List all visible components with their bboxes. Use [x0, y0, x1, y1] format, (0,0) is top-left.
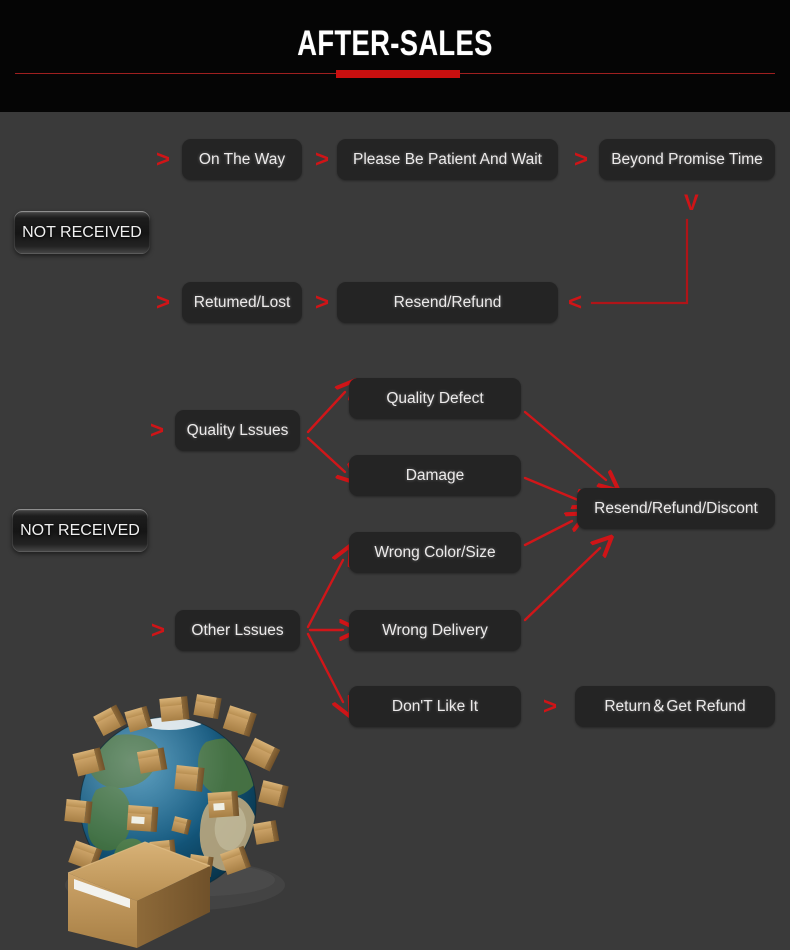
page-header: AFTER-SALES [0, 0, 790, 112]
connector-beyond-to-resend [590, 218, 689, 305]
node-quality-defect[interactable]: Quality Defect [349, 378, 521, 419]
node-other-issues[interactable]: Other Lssues [175, 610, 300, 651]
node-resend-refund-discount[interactable]: Resend/Refund/Discont [577, 488, 775, 529]
connector-defect-to-resolution [523, 410, 606, 480]
node-wrong-delivery[interactable]: Wrong Delivery [349, 610, 521, 651]
header-accent-bar [336, 70, 460, 78]
node-return-and-get-refund[interactable]: Return＆Get Refund [575, 686, 775, 727]
node-label: Return＆Get Refund [604, 697, 746, 715]
node-label: Wrong Color/Size [374, 543, 496, 561]
group-button-label: NOT RECEIVED [22, 223, 142, 241]
chevron-right-icon-beyond-promise: > [574, 146, 589, 173]
after-sales-flowchart-page: AFTER-SALES NOT RECEIVED > On The Way > … [0, 0, 790, 950]
node-dont-like-it[interactable]: Don'T Like It [349, 686, 521, 727]
chevron-right-icon-return-get-refund: > [543, 693, 558, 720]
chevron-left-icon-into-resend-refund: < [568, 289, 583, 316]
node-label: Retumed/Lost [193, 293, 291, 311]
connector-quality-branch [306, 392, 345, 472]
node-label: Damage [405, 466, 465, 484]
chevron-right-icon-other-issues: > [151, 617, 166, 644]
chevron-right-icon-quality-issues: > [150, 417, 165, 444]
connector-damage-to-resolution [523, 476, 578, 500]
node-label: Other Lssues [191, 621, 284, 639]
node-please-be-patient-and-wait[interactable]: Please Be Patient And Wait [337, 139, 558, 180]
foreground-parcel-box [67, 841, 211, 948]
chevron-right-icon-please-wait: > [315, 146, 330, 173]
connector-wrongdelivery-to-resolution [523, 548, 600, 622]
chevron-right-icon-returned-lost: > [156, 289, 171, 316]
node-returned-lost[interactable]: Retumed/Lost [182, 282, 302, 323]
connector-other-branch [306, 560, 343, 702]
group-button-label: NOT RECEIVED [20, 521, 140, 539]
node-label: Please Be Patient And Wait [353, 150, 542, 168]
node-label: On The Way [198, 150, 286, 168]
page-title: AFTER-SALES [297, 24, 493, 63]
node-label: Don'T Like It [391, 697, 479, 715]
node-beyond-promise-time[interactable]: Beyond Promise Time [599, 139, 775, 180]
scattered-parcel-boxes [64, 694, 289, 878]
chevron-right-icon-on-the-way: > [156, 146, 171, 173]
node-label: Wrong Delivery [382, 621, 488, 639]
chevron-right-icon-resend-refund: > [315, 289, 330, 316]
node-label: Quality Lssues [186, 421, 289, 439]
node-on-the-way[interactable]: On The Way [182, 139, 302, 180]
node-label: Beyond Promise Time [611, 150, 763, 168]
node-resend-refund[interactable]: Resend/Refund [337, 282, 558, 323]
node-label: Quality Defect [386, 389, 484, 407]
node-quality-issues[interactable]: Quality Lssues [175, 410, 300, 451]
node-label: Resend/Refund [393, 293, 502, 311]
globe-with-parcels-illustration [64, 694, 289, 948]
node-wrong-color-size[interactable]: Wrong Color/Size [349, 532, 521, 573]
node-damage[interactable]: Damage [349, 455, 521, 496]
group-button-not-received-1[interactable]: NOT RECEIVED [14, 211, 150, 254]
connector-wrongcolor-to-resolution [523, 521, 572, 547]
chevron-down-icon-beyond-to-resend: V [684, 190, 699, 215]
node-label: Resend/Refund/Discont [594, 499, 758, 517]
group-button-not-received-2[interactable]: NOT RECEIVED [12, 509, 148, 552]
